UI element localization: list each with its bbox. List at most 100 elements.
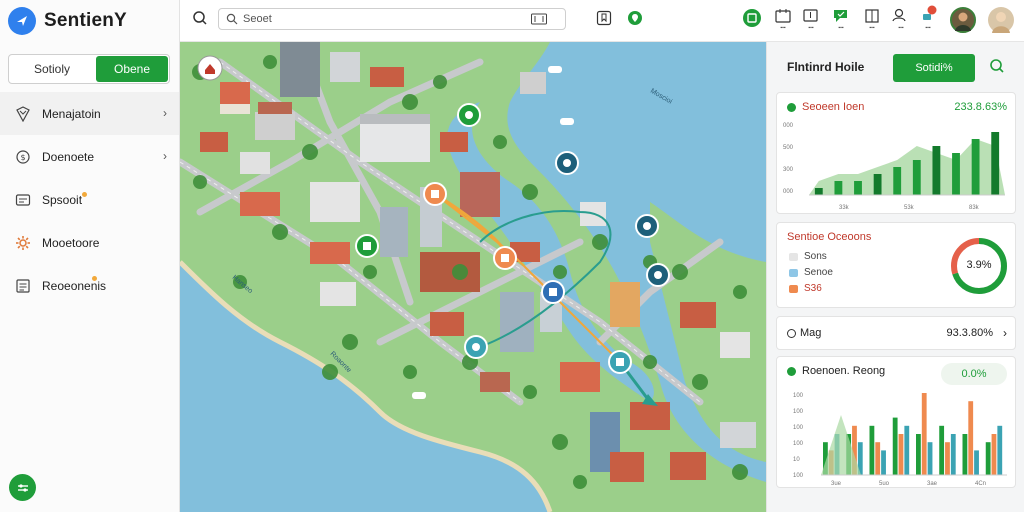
chevron-right-icon: ›: [1003, 326, 1007, 340]
bar: [968, 401, 974, 475]
metric-card-1[interactable]: Seoeen Ioen 233.8.63% 000 500 300 000 33k 53k…: [776, 92, 1016, 214]
bar: [997, 425, 1003, 475]
sidebar-item-2[interactable]: Spsooit: [0, 178, 179, 221]
document-icon: [14, 277, 32, 295]
bookmark-icon[interactable]: [596, 10, 612, 26]
search-icon[interactable]: [989, 58, 1005, 79]
bar: [974, 450, 979, 475]
bar: [892, 417, 898, 475]
map-marker[interactable]: [423, 182, 447, 206]
map-marker[interactable]: [457, 103, 481, 127]
sidebar-item-0[interactable]: Menajatoin ›: [0, 92, 179, 135]
x-tick-label: 4Cn: [975, 481, 986, 487]
map-canvas[interactable]: Moscioi Hanseo Roaonte: [180, 42, 766, 512]
y-tick-label: 100: [793, 393, 804, 399]
card-value: 233.8.63%: [954, 101, 1007, 113]
dollar-icon: $: [14, 148, 32, 166]
bar: [873, 174, 882, 195]
grouped-bar-chart: 100 100 100 100 10 100 3ue 5uo 3ae 4Cn: [793, 393, 1007, 487]
user-avatar[interactable]: [950, 7, 976, 33]
y-tick-label: 500: [783, 145, 794, 151]
y-tick-label: 000: [783, 189, 794, 195]
notification-icon[interactable]: ▪▪▪: [918, 4, 938, 30]
bar: [912, 160, 921, 195]
x-tick-label: 3ue: [831, 481, 842, 487]
chat-icon[interactable]: ▪▪▪: [802, 8, 820, 30]
bar: [904, 425, 910, 475]
building-icon[interactable]: ▪▪▪: [863, 8, 881, 30]
calendar-icon[interactable]: ▪▪▪: [774, 8, 792, 30]
map-marker[interactable]: [464, 335, 488, 359]
x-tick-label: 53k: [904, 205, 915, 211]
legend-label: S36: [804, 283, 822, 294]
keyboard-icon[interactable]: [531, 13, 547, 28]
bar: [932, 146, 941, 195]
secondary-avatar[interactable]: [988, 7, 1014, 33]
bar: [916, 434, 921, 475]
location-pin-icon[interactable]: [627, 10, 643, 26]
settings-sliders-button[interactable]: [9, 474, 36, 501]
metric-card-2[interactable]: Sentioe Oceoons Sons Senoe S36 3.9%: [776, 222, 1016, 308]
bar: [921, 393, 927, 475]
map-marker[interactable]: [608, 350, 632, 374]
svg-text:▪▪▪: ▪▪▪: [869, 25, 875, 30]
card-title-text: Seoeen Ioen: [802, 101, 865, 113]
card-icon: [14, 191, 32, 209]
metric-card-4[interactable]: Roenoen. Reong 0.0% 100 100 100 100 10 100 3ue…: [776, 356, 1016, 488]
sidebar-item-3[interactable]: Mooetoore: [0, 221, 179, 264]
bar: [985, 442, 991, 475]
map-marker[interactable]: [541, 280, 565, 304]
bar: [971, 139, 980, 195]
bar: [834, 181, 843, 195]
map-marker-home[interactable]: [197, 55, 223, 81]
metric-row-card[interactable]: Mag 93.3.80% ›: [776, 316, 1016, 350]
sidebar-item-label: Doenoete: [42, 149, 95, 164]
bar: [950, 434, 956, 475]
legend-item: S36: [789, 283, 822, 294]
legend-swatch: [789, 268, 798, 277]
sidebar-search-input[interactable]: Sotioly: [9, 55, 95, 83]
svg-text:▪▪▪: ▪▪▪: [925, 25, 931, 30]
x-tick-label: 3ae: [927, 481, 938, 487]
map-marker[interactable]: [355, 234, 379, 258]
bar: [854, 181, 862, 195]
app-name: SentienY: [44, 10, 127, 31]
card-title: Mag: [787, 327, 821, 339]
brand[interactable]: SentienY: [8, 6, 127, 36]
sidebar-item-label: Spsooit: [42, 192, 83, 207]
sidebar-item-1[interactable]: $ Doenoete ›: [0, 135, 179, 178]
card-title-text: Roenoen. Reong: [802, 365, 886, 377]
card-title: Roenoen. Reong: [787, 365, 885, 377]
card-title: Seoeen Ioen: [787, 101, 864, 113]
legend-item: Senoe: [789, 267, 833, 278]
map-marker[interactable]: [646, 263, 670, 287]
message-icon[interactable]: ▪▪▪: [831, 6, 851, 30]
users-icon[interactable]: ▪▪▪: [891, 6, 911, 30]
shield-icon: [14, 105, 32, 123]
legend-label: Senoe: [804, 267, 833, 278]
legend-swatch: [789, 284, 798, 293]
y-tick-label: 100: [793, 441, 804, 447]
sidebar-item-label: Mooetoore: [42, 235, 100, 250]
legend-item: Sons: [789, 251, 827, 262]
sliders-icon: [17, 483, 28, 492]
legend-swatch: [789, 252, 798, 261]
bar: [952, 153, 960, 195]
donut-value: 3.9%: [966, 259, 992, 271]
search-icon[interactable]: [192, 10, 208, 26]
sidebar-item-4[interactable]: Reoeonenis: [0, 264, 179, 307]
logo-icon: [8, 7, 36, 35]
top-search-input[interactable]: Seoet: [218, 8, 566, 30]
gear-icon: [14, 234, 32, 252]
sidebar-search-button[interactable]: Obene: [96, 56, 168, 82]
map-marker[interactable]: [493, 246, 517, 270]
card-title-text: Sentioe Oceoons: [787, 231, 872, 243]
bar: [898, 434, 904, 475]
map-marker[interactable]: [635, 214, 659, 238]
bar: [893, 167, 902, 195]
map-marker[interactable]: [555, 151, 579, 175]
bar: [945, 442, 950, 475]
add-button-icon[interactable]: [742, 8, 762, 28]
city-map[interactable]: Moscioi Hanseo Roaonte: [180, 42, 766, 512]
panel-action-button[interactable]: Sotidi%: [893, 54, 975, 82]
